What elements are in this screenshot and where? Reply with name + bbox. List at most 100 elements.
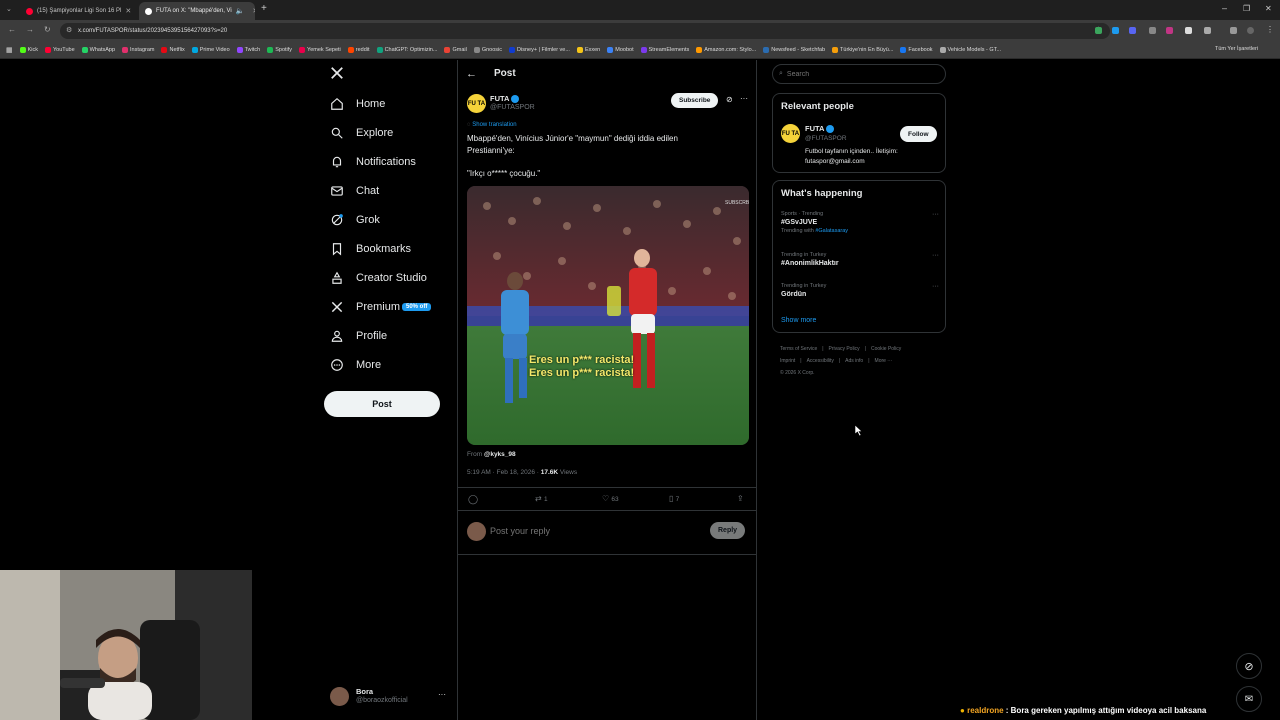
extension-icon[interactable]: [1149, 27, 1156, 34]
author-name[interactable]: FUTA: [490, 94, 520, 104]
extension-icon[interactable]: [1185, 27, 1192, 34]
nav-item-profile[interactable]: Profile: [330, 325, 387, 347]
bookmark-item[interactable]: Disney+ | Filmler ve...: [509, 46, 570, 53]
more-dots-icon[interactable]: ···: [932, 283, 939, 290]
footer-link[interactable]: Accessibility: [807, 358, 834, 364]
bookmark-item[interactable]: Newsfeed - Sketchfab: [763, 46, 825, 53]
close-tab-icon[interactable]: ✕: [252, 7, 255, 15]
extension-icon[interactable]: [1166, 27, 1173, 34]
bookmark-item[interactable]: Gmail: [444, 46, 467, 53]
bookmark-item[interactable]: Exxen: [576, 46, 600, 53]
bookmark-item[interactable]: Amazon.com: Stylo...: [696, 46, 756, 53]
bookmark-item[interactable]: Türkiye'nin En Büyü...: [832, 46, 893, 53]
footer-link[interactable]: Terms of Service: [780, 346, 817, 352]
tab-futa[interactable]: FUTA on X: "Mbappé'den, Vi 🔈 ✕: [139, 2, 255, 20]
repost-action[interactable]: ⇄ 1: [535, 494, 548, 503]
forward-icon[interactable]: →: [26, 25, 34, 34]
nav-item-notifications[interactable]: Notifications: [330, 151, 416, 173]
footer-link[interactable]: Ads info: [845, 358, 863, 364]
nav-item-bookmarks[interactable]: Bookmarks: [330, 238, 411, 260]
all-bookmarks[interactable]: Tüm Yer İşaretleri: [1215, 46, 1258, 52]
back-icon[interactable]: ←: [8, 25, 16, 34]
trend-link[interactable]: #Galatasaray: [815, 228, 848, 234]
nav-item-chat[interactable]: Chat: [330, 180, 379, 202]
more-dots-icon[interactable]: ···: [932, 211, 939, 218]
show-translation-link[interactable]: ◌ Show translation: [467, 122, 517, 128]
tab-youtube[interactable]: (15) Şampiyonlar Ligi Son 16 Pl ✕: [20, 2, 136, 20]
source-handle-link[interactable]: @kyks_98: [484, 451, 516, 458]
site-info-icon[interactable]: ⚙: [66, 26, 72, 34]
search-input[interactable]: [786, 70, 927, 78]
share-icon[interactable]: ⇪: [737, 494, 744, 503]
trend-item[interactable]: Trending in Turkey Gördün ···: [781, 283, 939, 298]
close-tab-icon[interactable]: ✕: [125, 7, 131, 15]
nav-item-creator-studio[interactable]: Creator Studio: [330, 267, 427, 289]
extension-icon[interactable]: [1095, 27, 1102, 34]
extension-icon[interactable]: [1129, 27, 1136, 34]
browser-menu-icon[interactable]: ⋮: [1266, 25, 1274, 34]
speaker-icon[interactable]: 🔈: [236, 7, 245, 15]
search-box[interactable]: ⌕: [772, 64, 946, 84]
show-more-link[interactable]: Show more: [781, 317, 816, 324]
sidebar-toggle-icon[interactable]: [1230, 27, 1237, 34]
bookmark-action[interactable]: ▯ 7: [669, 494, 679, 503]
address-bar[interactable]: ⚙ x.com/FUTASPOR/status/2023945395156427…: [60, 23, 1110, 39]
more-dots-icon[interactable]: ···: [438, 690, 446, 699]
nav-item-home[interactable]: Home: [330, 93, 385, 115]
bookmark-item[interactable]: WhatsApp: [81, 46, 115, 53]
extensions-puzzle-icon[interactable]: [1204, 27, 1211, 34]
maximize-icon[interactable]: ❐: [1243, 4, 1250, 13]
bookmark-item[interactable]: Twitch: [236, 46, 260, 53]
nav-item-premium[interactable]: Premium: [330, 296, 400, 318]
bookmark-item[interactable]: Vehicle Models - GT...: [939, 46, 1001, 53]
more-dots-icon[interactable]: ···: [740, 94, 748, 103]
bookmark-item[interactable]: reddit: [347, 46, 370, 53]
post-video[interactable]: SUBSCRB Eres un p*** racista! Eres un p*…: [467, 186, 749, 445]
person-name[interactable]: FUTA: [805, 124, 835, 134]
window-close-icon[interactable]: ✕: [1265, 4, 1272, 13]
bookmark-item[interactable]: Yemek Sepeti: [299, 46, 341, 53]
footer-link[interactable]: Imprint: [780, 358, 795, 364]
tab-search-icon[interactable]: ⌄: [6, 5, 12, 13]
account-switcher[interactable]: Bora @boraozkofficial ···: [330, 686, 448, 708]
nav-item-explore[interactable]: Explore: [330, 122, 393, 144]
author-avatar[interactable]: FU TA: [467, 94, 486, 113]
bookmark-item[interactable]: Gnoosic: [473, 46, 502, 53]
author-handle[interactable]: @FUTASPOR: [490, 104, 535, 111]
bookmark-item[interactable]: Facebook: [900, 46, 933, 53]
footer-link[interactable]: More ···: [875, 358, 893, 364]
bookmark-item[interactable]: Netflix: [161, 46, 185, 53]
like-action[interactable]: ♡ 63: [602, 494, 619, 503]
reply-input[interactable]: [490, 523, 670, 539]
bookmark-item[interactable]: ChatGPT: Optimizin...: [376, 46, 437, 53]
profile-avatar-icon[interactable]: [1247, 27, 1254, 34]
nav-item-more[interactable]: More: [330, 354, 381, 376]
trend-item[interactable]: Trending in Turkey #AnonimlikHaktır ···: [781, 252, 939, 267]
bookmark-item[interactable]: Instagram: [122, 46, 154, 53]
post-button[interactable]: Post: [324, 391, 440, 417]
bookmark-item[interactable]: Spotify: [267, 46, 292, 53]
back-arrow-icon[interactable]: ←: [466, 68, 477, 80]
new-tab-icon[interactable]: +: [261, 3, 267, 14]
grok-icon[interactable]: ⊘: [726, 95, 733, 104]
grok-floating-icon[interactable]: ⊘: [1236, 653, 1262, 679]
bookmark-item[interactable]: Prime Video: [191, 46, 230, 53]
trend-item[interactable]: Sports · Trending #GSvJUVE Trending with #…: [781, 211, 939, 234]
reply-icon[interactable]: ◯: [468, 494, 478, 505]
follow-button[interactable]: Follow: [900, 126, 937, 142]
bookmark-item[interactable]: YouTube: [45, 46, 75, 53]
subscribe-button[interactable]: Subscribe: [671, 93, 719, 108]
reload-icon[interactable]: ↻: [44, 25, 51, 34]
minimize-icon[interactable]: –: [1222, 3, 1227, 13]
person-avatar[interactable]: FU TA: [781, 124, 800, 143]
footer-link[interactable]: Cookie Policy: [871, 346, 901, 352]
bookmark-item[interactable]: Kick: [19, 46, 38, 53]
person-handle[interactable]: @FUTASPOR: [805, 135, 847, 142]
x-logo-icon[interactable]: [330, 66, 344, 85]
apps-grid-icon[interactable]: ▦: [6, 46, 13, 54]
messages-floating-icon[interactable]: ✉: [1236, 686, 1262, 712]
bookmark-item[interactable]: Moobot: [607, 46, 634, 53]
footer-link[interactable]: Privacy Policy: [829, 346, 860, 352]
extension-icon[interactable]: [1112, 27, 1119, 34]
bookmark-item[interactable]: StreamElements: [640, 46, 689, 53]
